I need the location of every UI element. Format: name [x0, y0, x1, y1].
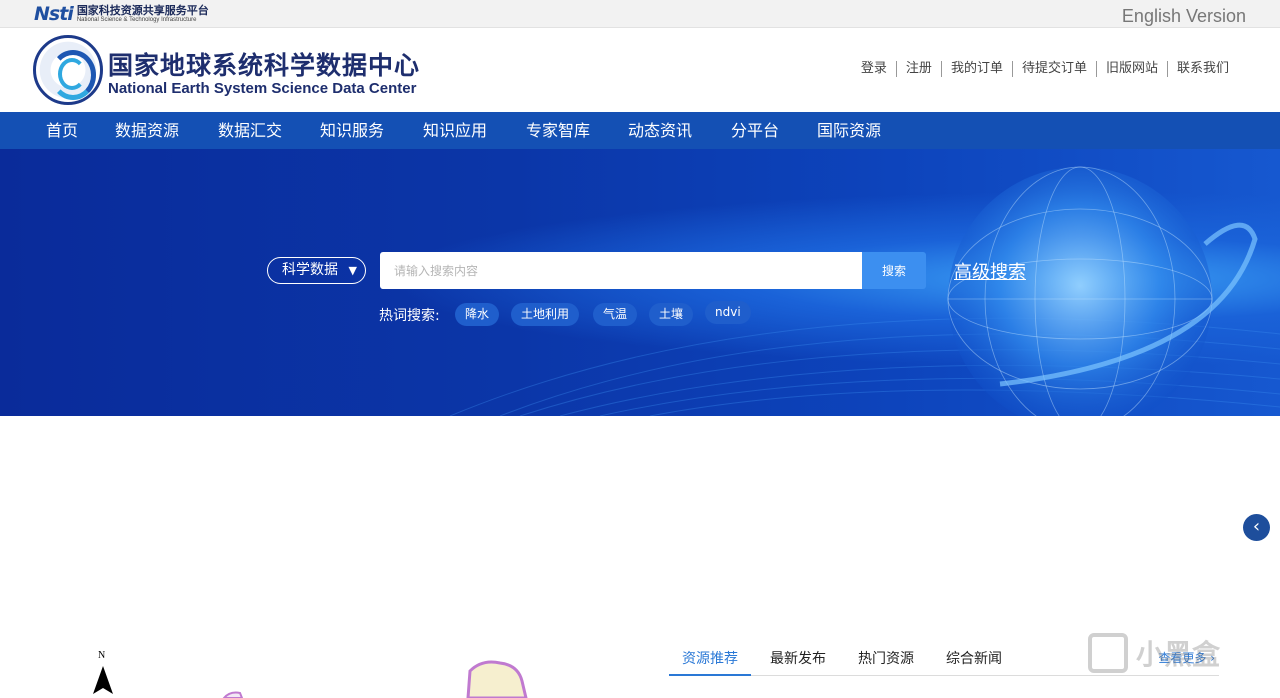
nsti-name-cn: 国家科技资源共享服务平台: [76, 4, 209, 17]
user-links: 登录 注册 我的订单 待提交订单 旧版网站 联系我们: [852, 61, 1238, 77]
hot-tag-ndvi[interactable]: ndvi: [705, 301, 751, 324]
tab-popular-resources[interactable]: 热门资源: [858, 648, 914, 676]
watermark-logo-icon: [1088, 633, 1128, 673]
hot-tag-temperature[interactable]: 气温: [593, 303, 638, 326]
main-nav: 首页 数据资源 数据汇交 知识服务 知识应用 专家智库 动态资讯 分平台 国际资…: [0, 112, 1280, 149]
old-site-link[interactable]: 旧版网站: [1095, 61, 1167, 77]
map-fragment[interactable]: [200, 655, 600, 698]
search-category-select[interactable]: 科学数据 ▼: [267, 257, 366, 284]
globe-graphic: [948, 167, 1212, 416]
search-button[interactable]: 搜索: [862, 252, 926, 289]
site-header: 国家地球系统科学数据中心 National Earth System Scien…: [0, 28, 1280, 112]
nsti-name-en: National Science & Technology Infrastruc…: [76, 17, 197, 23]
english-version-link[interactable]: English Version: [1122, 6, 1246, 27]
hero-banner: 科学数据 ▼ 搜索 高级搜索 热词搜索: 降水 土地利用 气温 土壤 ndvi: [0, 149, 1280, 416]
advanced-search-link[interactable]: 高级搜索: [954, 258, 1026, 284]
hot-tag-land-use[interactable]: 土地利用: [511, 303, 580, 326]
nsti-logo-text: 国家科技资源共享服务平台 National Science & Technolo…: [77, 5, 209, 23]
watermark-text: 小黑盒: [1136, 638, 1221, 671]
nav-item-international-resources[interactable]: 国际资源: [817, 112, 881, 149]
nav-item-sub-platforms[interactable]: 分平台: [731, 112, 779, 149]
tab-resource-recommendations[interactable]: 资源推荐: [669, 648, 751, 676]
nsti-logo-mark: Nsti: [34, 3, 74, 25]
nav-item-knowledge-services[interactable]: 知识服务: [320, 112, 384, 149]
register-link[interactable]: 注册: [895, 61, 941, 77]
site-title-en: National Earth System Science Data Cente…: [108, 80, 417, 97]
nav-item-data-resources[interactable]: 数据资源: [115, 112, 179, 149]
hot-tag-soil[interactable]: 土壤: [649, 303, 694, 326]
hot-tag-precipitation[interactable]: 降水: [455, 303, 500, 326]
top-strip: Nsti 国家科技资源共享服务平台 National Science & Tec…: [0, 0, 1280, 28]
search-input[interactable]: [380, 252, 862, 289]
login-link[interactable]: 登录: [852, 61, 896, 77]
nav-item-home[interactable]: 首页: [46, 112, 78, 149]
nav-item-expert-think-tank[interactable]: 专家智库: [526, 112, 590, 149]
side-panel-collapse-icon[interactable]: ‹: [1243, 514, 1270, 541]
nav-item-data-submission[interactable]: 数据汇交: [218, 112, 282, 149]
nav-item-news[interactable]: 动态资讯: [628, 112, 692, 149]
tab-general-news[interactable]: 综合新闻: [946, 648, 1002, 676]
tab-latest-releases[interactable]: 最新发布: [770, 648, 826, 676]
nsti-logo[interactable]: Nsti 国家科技资源共享服务平台 National Science & Tec…: [34, 2, 209, 26]
nav-item-knowledge-applications[interactable]: 知识应用: [423, 112, 487, 149]
data-center-emblem-logo[interactable]: [33, 35, 103, 105]
watermark: 小黑盒: [1088, 633, 1220, 673]
chevron-down-icon: ▼: [348, 264, 357, 277]
contact-us-link[interactable]: 联系我们: [1166, 61, 1238, 77]
site-title-cn: 国家地球系统科学数据中心: [108, 51, 421, 80]
my-orders-link[interactable]: 我的订单: [940, 61, 1012, 77]
pending-orders-link[interactable]: 待提交订单: [1011, 61, 1096, 77]
hot-search-label: 热词搜索:: [379, 308, 440, 324]
search-category-value: 科学数据: [282, 262, 338, 278]
north-arrow-icon: [93, 666, 113, 694]
